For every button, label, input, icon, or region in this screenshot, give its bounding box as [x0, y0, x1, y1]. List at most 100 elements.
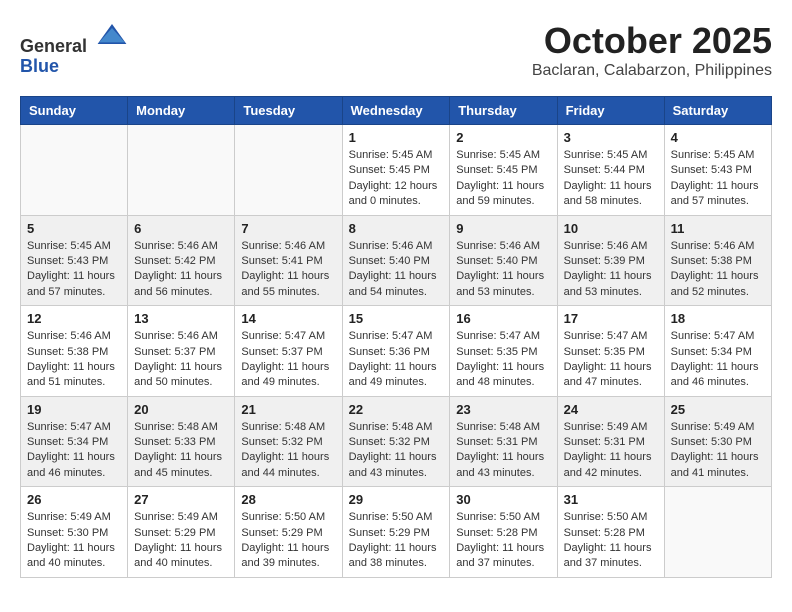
calendar-cell: 14 Sunrise: 5:47 AM Sunset: 5:37 PM Dayli… [235, 306, 342, 397]
day-number: 3 [564, 130, 658, 145]
day-info: Sunrise: 5:49 AM Sunset: 5:31 PM Dayligh… [564, 420, 658, 482]
location-title: Baclaran, Calabarzon, Philippines [532, 62, 772, 80]
calendar: SundayMondayTuesdayWednesdayThursdayFrid… [20, 96, 772, 578]
day-number: 10 [564, 221, 658, 236]
calendar-cell: 20 Sunrise: 5:48 AM Sunset: 5:33 PM Dayli… [128, 396, 235, 487]
day-number: 14 [241, 311, 335, 326]
calendar-cell [235, 125, 342, 216]
calendar-cell: 23 Sunrise: 5:48 AM Sunset: 5:31 PM Dayli… [450, 396, 557, 487]
weekday-header-thursday: Thursday [450, 97, 557, 125]
day-info: Sunrise: 5:47 AM Sunset: 5:34 PM Dayligh… [671, 329, 765, 391]
day-number: 7 [241, 221, 335, 236]
day-info: Sunrise: 5:49 AM Sunset: 5:30 PM Dayligh… [27, 510, 121, 572]
day-info: Sunrise: 5:47 AM Sunset: 5:37 PM Dayligh… [241, 329, 335, 391]
calendar-cell: 31Sunrise: 5:50 AM Sunset: 5:28 PM Dayli… [557, 487, 664, 578]
calendar-cell: 7 Sunrise: 5:46 AM Sunset: 5:41 PM Daylig… [235, 215, 342, 306]
day-number: 27 [134, 492, 228, 507]
logo-blue-text: Blue [20, 56, 59, 76]
title-section: October 2025 Baclaran, Calabarzon, Phili… [532, 20, 772, 80]
logo-icon [96, 20, 128, 52]
day-info: Sunrise: 5:49 AM Sunset: 5:30 PM Dayligh… [671, 420, 765, 482]
day-info: Sunrise: 5:46 AM Sunset: 5:40 PM Dayligh… [349, 239, 444, 301]
calendar-cell: 25 Sunrise: 5:49 AM Sunset: 5:30 PM Dayli… [664, 396, 771, 487]
calendar-cell: 26 Sunrise: 5:49 AM Sunset: 5:30 PM Dayli… [21, 487, 128, 578]
calendar-cell: 21 Sunrise: 5:48 AM Sunset: 5:32 PM Dayli… [235, 396, 342, 487]
day-info: Sunrise: 5:50 AM Sunset: 5:28 PM Dayligh… [456, 510, 550, 572]
day-number: 15 [349, 311, 444, 326]
day-info: Sunrise: 5:46 AM Sunset: 5:42 PM Dayligh… [134, 239, 228, 301]
day-number: 29 [349, 492, 444, 507]
day-number: 23 [456, 402, 550, 417]
calendar-cell: 24Sunrise: 5:49 AM Sunset: 5:31 PM Dayli… [557, 396, 664, 487]
day-info: Sunrise: 5:47 AM Sunset: 5:35 PM Dayligh… [564, 329, 658, 391]
day-number: 17 [564, 311, 658, 326]
day-number: 2 [456, 130, 550, 145]
calendar-cell [128, 125, 235, 216]
calendar-week-row: 12Sunrise: 5:46 AM Sunset: 5:38 PM Dayli… [21, 306, 772, 397]
logo-general-text: General [20, 36, 87, 56]
day-info: Sunrise: 5:45 AM Sunset: 5:45 PM Dayligh… [456, 148, 550, 210]
day-info: Sunrise: 5:45 AM Sunset: 5:44 PM Dayligh… [564, 148, 658, 210]
day-number: 6 [134, 221, 228, 236]
day-number: 21 [241, 402, 335, 417]
calendar-cell: 12Sunrise: 5:46 AM Sunset: 5:38 PM Dayli… [21, 306, 128, 397]
weekday-header-tuesday: Tuesday [235, 97, 342, 125]
day-info: Sunrise: 5:46 AM Sunset: 5:38 PM Dayligh… [27, 329, 121, 391]
calendar-cell: 1 Sunrise: 5:45 AM Sunset: 5:45 PM Daylig… [342, 125, 450, 216]
day-info: Sunrise: 5:48 AM Sunset: 5:32 PM Dayligh… [349, 420, 444, 482]
day-info: Sunrise: 5:48 AM Sunset: 5:32 PM Dayligh… [241, 420, 335, 482]
weekday-header-saturday: Saturday [664, 97, 771, 125]
calendar-cell: 16Sunrise: 5:47 AM Sunset: 5:35 PM Dayli… [450, 306, 557, 397]
day-info: Sunrise: 5:45 AM Sunset: 5:45 PM Dayligh… [349, 148, 444, 210]
day-info: Sunrise: 5:45 AM Sunset: 5:43 PM Dayligh… [27, 239, 121, 301]
day-number: 30 [456, 492, 550, 507]
day-number: 26 [27, 492, 121, 507]
weekday-header-wednesday: Wednesday [342, 97, 450, 125]
day-number: 19 [27, 402, 121, 417]
day-number: 9 [456, 221, 550, 236]
day-number: 1 [349, 130, 444, 145]
calendar-cell: 18Sunrise: 5:47 AM Sunset: 5:34 PM Dayli… [664, 306, 771, 397]
calendar-cell: 4Sunrise: 5:45 AM Sunset: 5:43 PM Daylig… [664, 125, 771, 216]
calendar-cell: 11Sunrise: 5:46 AM Sunset: 5:38 PM Dayli… [664, 215, 771, 306]
day-info: Sunrise: 5:47 AM Sunset: 5:35 PM Dayligh… [456, 329, 550, 391]
day-info: Sunrise: 5:46 AM Sunset: 5:37 PM Dayligh… [134, 329, 228, 391]
weekday-header-monday: Monday [128, 97, 235, 125]
calendar-week-row: 1 Sunrise: 5:45 AM Sunset: 5:45 PM Daylig… [21, 125, 772, 216]
day-info: Sunrise: 5:47 AM Sunset: 5:34 PM Dayligh… [27, 420, 121, 482]
day-info: Sunrise: 5:46 AM Sunset: 5:38 PM Dayligh… [671, 239, 765, 301]
calendar-cell: 15 Sunrise: 5:47 AM Sunset: 5:36 PM Dayli… [342, 306, 450, 397]
calendar-cell: 5Sunrise: 5:45 AM Sunset: 5:43 PM Daylig… [21, 215, 128, 306]
page-header: General Blue October 2025 Baclaran, Cala… [20, 20, 772, 80]
calendar-cell: 30 Sunrise: 5:50 AM Sunset: 5:28 PM Dayli… [450, 487, 557, 578]
calendar-cell: 10 Sunrise: 5:46 AM Sunset: 5:39 PM Dayli… [557, 215, 664, 306]
logo: General Blue [20, 20, 128, 77]
day-number: 13 [134, 311, 228, 326]
day-info: Sunrise: 5:48 AM Sunset: 5:33 PM Dayligh… [134, 420, 228, 482]
day-number: 28 [241, 492, 335, 507]
day-number: 22 [349, 402, 444, 417]
day-info: Sunrise: 5:46 AM Sunset: 5:41 PM Dayligh… [241, 239, 335, 301]
weekday-header-row: SundayMondayTuesdayWednesdayThursdayFrid… [21, 97, 772, 125]
day-number: 4 [671, 130, 765, 145]
calendar-week-row: 5Sunrise: 5:45 AM Sunset: 5:43 PM Daylig… [21, 215, 772, 306]
logo-general: General [20, 20, 128, 57]
calendar-cell: 3 Sunrise: 5:45 AM Sunset: 5:44 PM Daylig… [557, 125, 664, 216]
day-number: 31 [564, 492, 658, 507]
day-number: 20 [134, 402, 228, 417]
day-info: Sunrise: 5:47 AM Sunset: 5:36 PM Dayligh… [349, 329, 444, 391]
logo-blue: Blue [20, 57, 128, 77]
calendar-cell [21, 125, 128, 216]
calendar-cell: 27 Sunrise: 5:49 AM Sunset: 5:29 PM Dayli… [128, 487, 235, 578]
month-title: October 2025 [532, 20, 772, 62]
weekday-header-friday: Friday [557, 97, 664, 125]
calendar-cell: 28Sunrise: 5:50 AM Sunset: 5:29 PM Dayli… [235, 487, 342, 578]
day-info: Sunrise: 5:46 AM Sunset: 5:39 PM Dayligh… [564, 239, 658, 301]
calendar-cell: 19 Sunrise: 5:47 AM Sunset: 5:34 PM Dayli… [21, 396, 128, 487]
calendar-cell: 6 Sunrise: 5:46 AM Sunset: 5:42 PM Daylig… [128, 215, 235, 306]
day-info: Sunrise: 5:46 AM Sunset: 5:40 PM Dayligh… [456, 239, 550, 301]
day-info: Sunrise: 5:49 AM Sunset: 5:29 PM Dayligh… [134, 510, 228, 572]
calendar-week-row: 19 Sunrise: 5:47 AM Sunset: 5:34 PM Dayli… [21, 396, 772, 487]
day-info: Sunrise: 5:48 AM Sunset: 5:31 PM Dayligh… [456, 420, 550, 482]
day-number: 25 [671, 402, 765, 417]
